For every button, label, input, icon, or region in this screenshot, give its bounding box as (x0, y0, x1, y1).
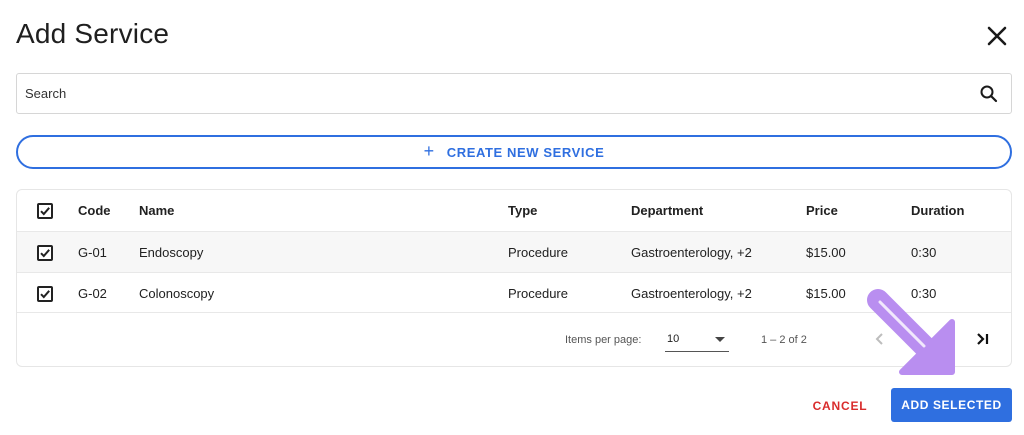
column-header-name[interactable]: Name (139, 190, 174, 231)
dialog-title: Add Service (16, 18, 170, 49)
checkbox-checked-icon (40, 207, 50, 216)
dropdown-caret-icon (715, 337, 725, 342)
cell-name: Colonoscopy (139, 286, 215, 301)
search-icon[interactable] (979, 84, 999, 104)
pagination-bar: Items per page: 10 1 – 2 of 2 (17, 314, 1011, 366)
table-row[interactable]: G-01 Endoscopy Procedure Gastroenterolog… (17, 231, 1011, 272)
close-icon[interactable] (983, 22, 1011, 50)
cancel-button[interactable]: CANCEL (800, 392, 880, 420)
cell-price: $15.00 (806, 245, 846, 260)
cell-code: G-02 (78, 286, 107, 301)
table-header-row: Code Name Type Department Price Duration (17, 190, 1011, 231)
select-all-checkbox[interactable] (37, 203, 53, 219)
items-per-page-value: 10 (667, 333, 680, 345)
create-new-service-button[interactable]: + CREATE NEW SERVICE (16, 135, 1012, 169)
column-header-type[interactable]: Type (508, 190, 537, 231)
chevron-right-icon[interactable] (939, 328, 961, 350)
services-table: Code Name Type Department Price Duration… (16, 189, 1012, 367)
page-range-label: 1 – 2 of 2 (761, 334, 807, 346)
search-input[interactable] (25, 74, 965, 113)
items-per-page-label: Items per page: (565, 334, 642, 346)
last-page-icon[interactable] (972, 328, 994, 350)
add-selected-button[interactable]: ADD SELECTED (891, 388, 1012, 422)
cell-name: Endoscopy (139, 245, 204, 260)
checkbox-checked-icon (40, 290, 50, 299)
row-checkbox[interactable] (37, 245, 53, 261)
column-header-price[interactable]: Price (806, 190, 838, 231)
cell-type: Procedure (508, 245, 568, 260)
plus-icon: + (423, 141, 435, 161)
chevron-left-icon[interactable] (869, 328, 891, 350)
cell-department: Gastroenterology, +2 (631, 245, 752, 260)
checkbox-checked-icon (40, 249, 50, 258)
column-header-department[interactable]: Department (631, 190, 703, 231)
items-per-page-select[interactable]: 10 (665, 326, 729, 352)
create-new-service-label: CREATE NEW SERVICE (446, 144, 605, 160)
cell-duration: 0:30 (911, 245, 937, 260)
row-checkbox[interactable] (37, 286, 53, 302)
column-header-duration[interactable]: Duration (911, 190, 964, 231)
search-field (16, 73, 1012, 114)
cell-duration: 0:30 (911, 286, 937, 301)
cell-department: Gastroenterology, +2 (631, 286, 752, 301)
table-row[interactable]: G-02 Colonoscopy Procedure Gastroenterol… (17, 272, 1011, 313)
cell-code: G-01 (78, 245, 107, 260)
cell-price: $15.00 (806, 286, 846, 301)
cell-type: Procedure (508, 286, 568, 301)
column-header-code[interactable]: Code (78, 190, 111, 231)
